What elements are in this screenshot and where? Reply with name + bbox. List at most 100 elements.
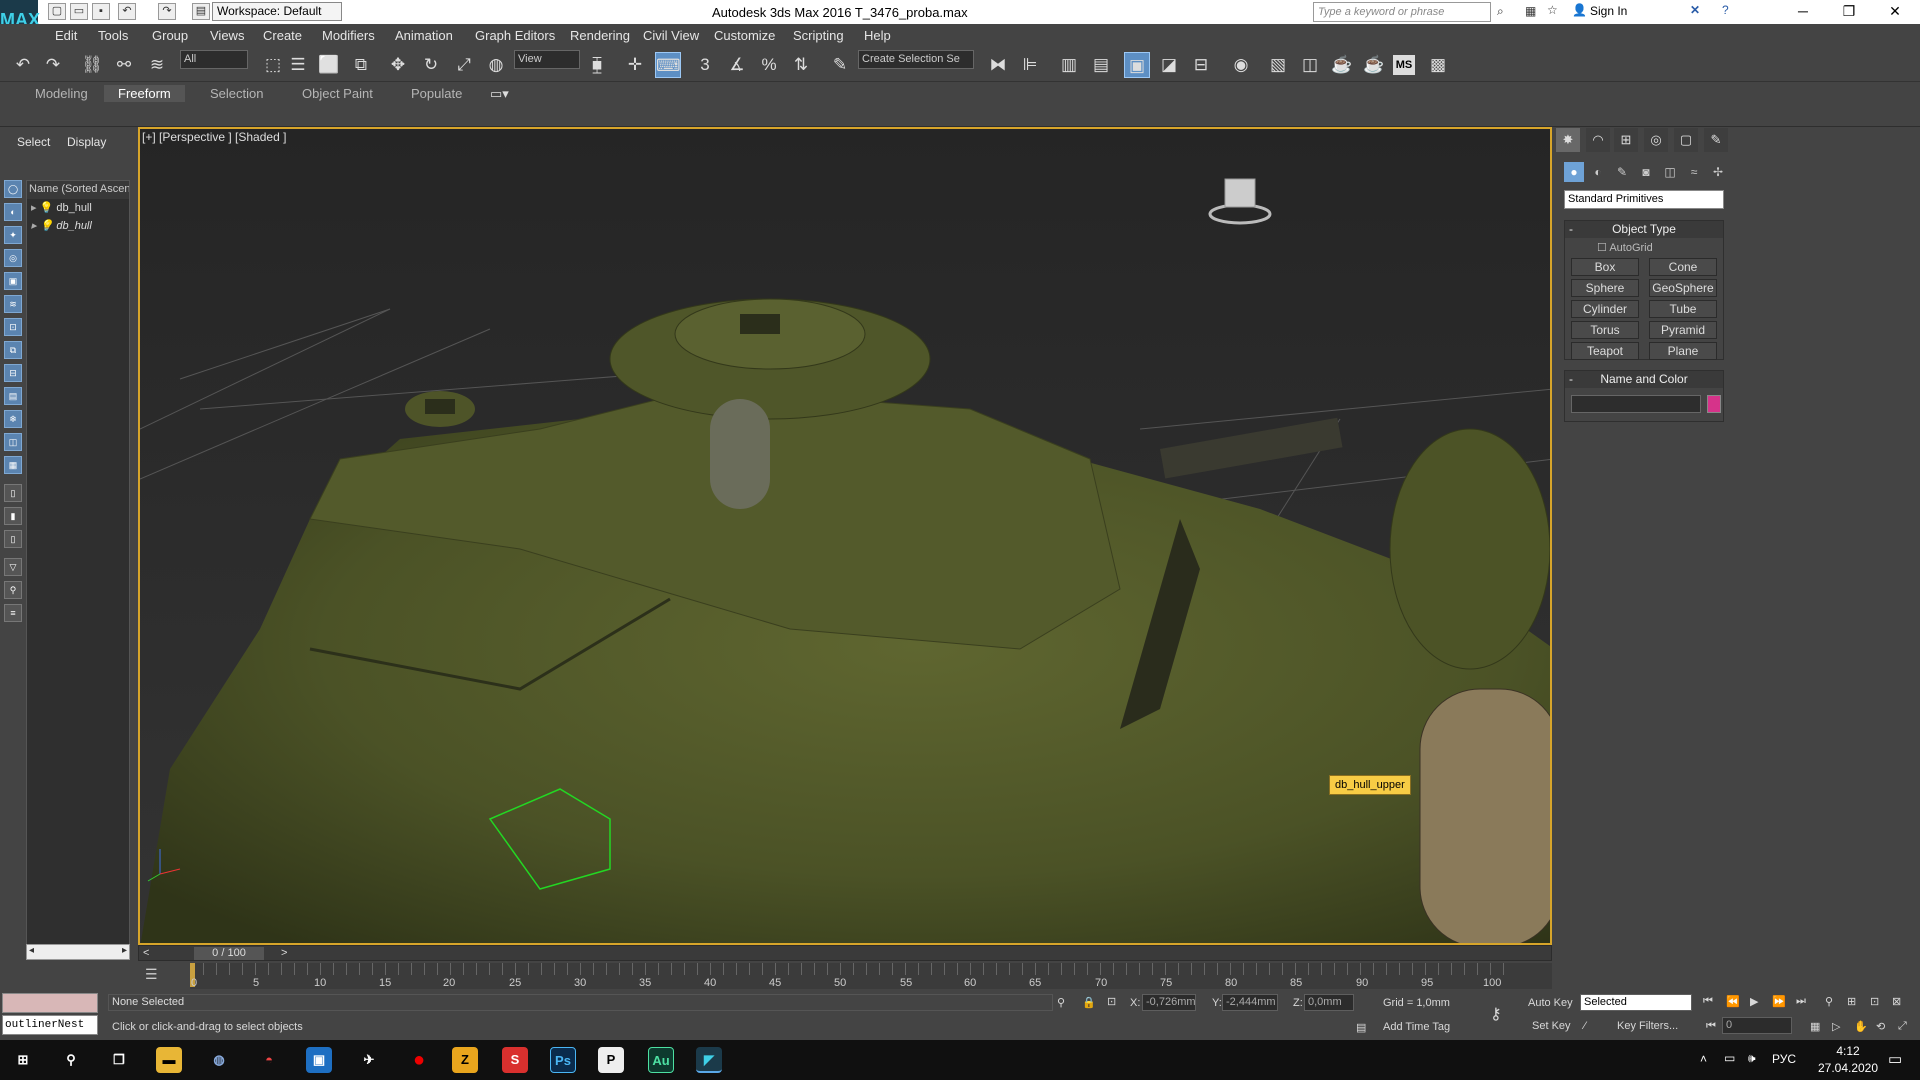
z-coord-field[interactable]: 0,0mm: [1304, 994, 1354, 1011]
redo-icon[interactable]: ↷: [40, 52, 66, 78]
helpers-icon[interactable]: ◫: [1660, 162, 1680, 182]
filter-geometry-icon[interactable]: ◯: [4, 180, 22, 198]
file-explorer-icon[interactable]: ▬: [156, 1047, 182, 1073]
x-coord-field[interactable]: -0,726mm: [1142, 994, 1196, 1011]
geosphere-button[interactable]: GeoSphere: [1649, 279, 1717, 297]
time-tag-icon[interactable]: ▤: [1356, 1021, 1366, 1034]
set-key-button[interactable]: Set Key: [1532, 1020, 1571, 1032]
filter-bones-icon[interactable]: ⊟: [4, 364, 22, 382]
keyboard-shortcut-override-icon[interactable]: ⌨: [655, 52, 681, 78]
pyramid-button[interactable]: Pyramid: [1649, 321, 1717, 339]
filter-cameras-icon[interactable]: ◎: [4, 249, 22, 267]
select-object-icon[interactable]: ⬚: [260, 52, 286, 78]
filter-helpers-icon[interactable]: ▣: [4, 272, 22, 290]
filter-lights-icon[interactable]: ✦: [4, 226, 22, 244]
invert-display-icon[interactable]: ▮: [4, 507, 22, 525]
use-pivot-icon[interactable]: ⧯: [584, 52, 610, 78]
absolute-mode-icon[interactable]: ⊡: [1107, 995, 1116, 1008]
object-color-swatch[interactable]: [1707, 395, 1721, 413]
menu-group[interactable]: Group: [152, 28, 188, 43]
exchange-x-icon[interactable]: ✕: [1690, 3, 1700, 17]
time-slider-frame-label[interactable]: 0 / 100: [194, 947, 264, 960]
rect-selection-icon[interactable]: ⬜: [316, 52, 342, 78]
time-configuration-icon[interactable]: ▦: [1810, 1020, 1820, 1033]
scroll-right-icon[interactable]: ▸: [122, 945, 127, 956]
filter-containers-icon[interactable]: ▤: [4, 387, 22, 405]
sort-icon[interactable]: ▯: [4, 530, 22, 548]
app-icon-2[interactable]: ◓: [256, 1047, 282, 1073]
go-to-end-icon[interactable]: ⏭: [1796, 995, 1806, 1008]
notifications-icon[interactable]: ▭: [1888, 1050, 1902, 1068]
menu-rendering[interactable]: Rendering: [570, 28, 630, 43]
tab-selection[interactable]: Selection: [210, 86, 263, 101]
utilities-tab-icon[interactable]: ✎: [1704, 128, 1728, 152]
tab-object-paint[interactable]: Object Paint: [302, 86, 373, 101]
filter-shapes-icon[interactable]: ◐: [4, 203, 22, 221]
reference-coordinate-dropdown[interactable]: View: [514, 50, 580, 69]
help-icon[interactable]: ?: [1722, 3, 1729, 17]
filter-spacewarps-icon[interactable]: ≋: [4, 295, 22, 313]
light-bulb-icon[interactable]: 💡: [40, 202, 54, 214]
spinner-snap-icon[interactable]: ⇅: [788, 52, 814, 78]
angle-snap-icon[interactable]: ∡: [724, 52, 750, 78]
scroll-left-icon[interactable]: ◂: [29, 945, 34, 956]
photoshop-icon[interactable]: Ps: [550, 1047, 576, 1073]
autogrid-checkbox[interactable]: ☐ AutoGrid: [1597, 241, 1653, 254]
undo-icon[interactable]: ↶: [10, 52, 36, 78]
add-time-tag-button[interactable]: Add Time Tag: [1383, 1021, 1450, 1033]
layers-icon[interactable]: ≡: [4, 604, 22, 622]
binoculars-icon[interactable]: ⌕: [1497, 4, 1504, 19]
spacewarps-icon[interactable]: ≈: [1684, 162, 1704, 182]
network-icon[interactable]: ▭: [1724, 1051, 1735, 1065]
field-of-view-icon[interactable]: ▷: [1832, 1020, 1840, 1033]
viewport-label[interactable]: [+] [Perspective ] [Shaded ]: [142, 130, 286, 144]
tab-modeling[interactable]: Modeling: [35, 86, 88, 101]
menu-customize[interactable]: Customize: [714, 28, 775, 43]
timeline-track[interactable]: 0 5 10 15 20 25 30 35 40 45 50 55 60 65 …: [190, 963, 1552, 989]
cameras-icon[interactable]: ◙: [1636, 162, 1656, 182]
time-slider-next-icon[interactable]: >: [281, 947, 287, 959]
menu-graph-editors[interactable]: Graph Editors: [475, 28, 555, 43]
list-item[interactable]: ▸ 💡 db_hull: [27, 217, 129, 235]
windows-start-icon[interactable]: ⊞: [10, 1047, 36, 1073]
tray-chevron-icon[interactable]: ˄: [1700, 1052, 1707, 1066]
3dsmax-taskbar-icon[interactable]: ◤: [696, 1047, 722, 1073]
current-frame-field[interactable]: 0: [1722, 1017, 1792, 1034]
object-name-input[interactable]: [1571, 395, 1701, 413]
app-icon-z[interactable]: Z: [452, 1047, 478, 1073]
percent-snap-icon[interactable]: %: [756, 52, 782, 78]
unlink-icon[interactable]: ⚯: [111, 52, 137, 78]
undo-icon[interactable]: ↶: [118, 3, 136, 20]
new-file-icon[interactable]: ▢: [48, 3, 66, 20]
render-setup-icon[interactable]: ▧: [1265, 52, 1291, 78]
menu-scripting[interactable]: Scripting: [793, 28, 844, 43]
menu-tools[interactable]: Tools: [98, 28, 128, 43]
cylinder-button[interactable]: Cylinder: [1571, 300, 1639, 318]
systems-icon[interactable]: ✢: [1708, 162, 1728, 182]
light-bulb-icon[interactable]: 💡: [40, 220, 54, 232]
menu-modifiers[interactable]: Modifiers: [322, 28, 375, 43]
bind-spacewarp-icon[interactable]: ≋: [144, 52, 170, 78]
selection-filter-dropdown[interactable]: All: [180, 50, 248, 69]
set-keys-icon[interactable]: ⁄: [1584, 1020, 1586, 1032]
edit-named-selection-icon[interactable]: ✎: [827, 52, 853, 78]
tab-populate[interactable]: Populate: [411, 86, 462, 101]
key-icon[interactable]: ⚷: [1490, 1004, 1502, 1024]
app-icon-s[interactable]: S: [502, 1047, 528, 1073]
modify-tab-icon[interactable]: ◠: [1586, 128, 1610, 152]
sphere-button[interactable]: Sphere: [1571, 279, 1639, 297]
minimize-button[interactable]: ─: [1780, 0, 1826, 24]
key-mode-toggle-icon[interactable]: ⏮: [1706, 1020, 1716, 1033]
expand-arrow-icon[interactable]: ▸: [31, 220, 40, 232]
isolate-icon[interactable]: ⚲: [1057, 996, 1065, 1009]
select-manipulate-icon[interactable]: ✛: [622, 52, 648, 78]
align-icon[interactable]: ⊫: [1017, 52, 1043, 78]
menu-create[interactable]: Create: [263, 28, 302, 43]
menu-help[interactable]: Help: [864, 28, 891, 43]
lock-selection-icon[interactable]: 🔒: [1082, 996, 1096, 1009]
maxscript-mini-listener-white[interactable]: outlinerNest: [2, 1015, 98, 1035]
user-icon[interactable]: 👤: [1572, 3, 1587, 17]
orbit-icon[interactable]: ⟲: [1876, 1020, 1885, 1033]
search-icon[interactable]: ⚲: [58, 1047, 84, 1073]
menu-civil-view[interactable]: Civil View: [643, 28, 699, 43]
